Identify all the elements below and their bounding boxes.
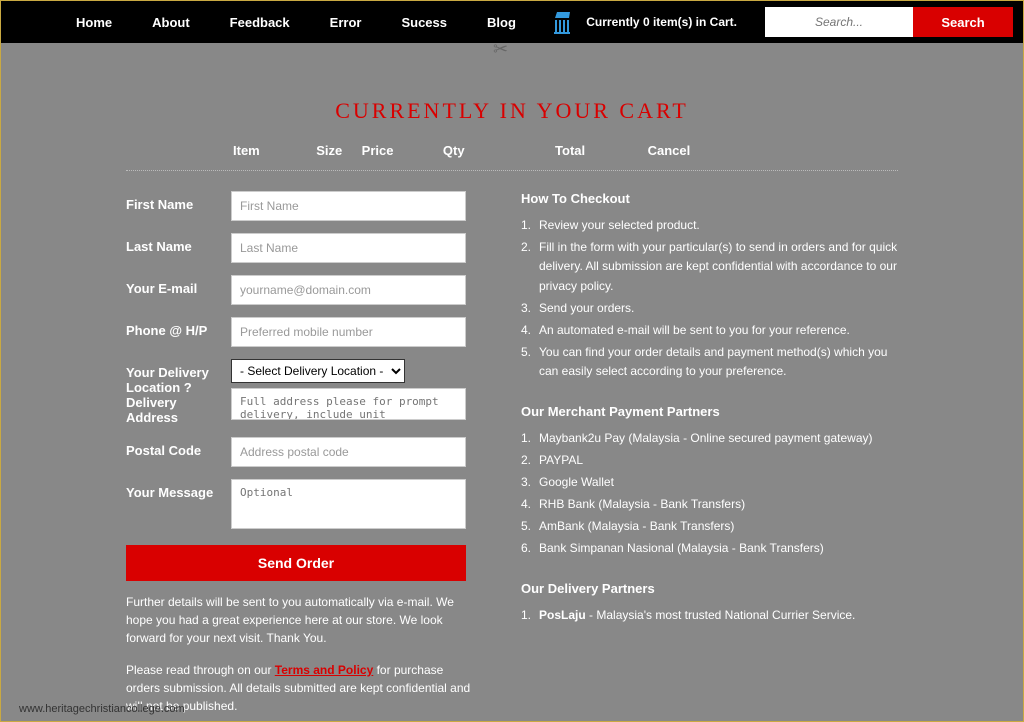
watermark: www.heritagechristiancollege.com: [19, 703, 185, 715]
label-phone: Phone @ H/P: [126, 317, 231, 338]
input-lname[interactable]: [231, 233, 466, 263]
textarea-address[interactable]: [231, 388, 466, 420]
nav-feedback[interactable]: Feedback: [210, 15, 310, 30]
col-qty: Qty: [443, 143, 465, 158]
terms-link[interactable]: Terms and Policy: [275, 663, 373, 677]
input-phone[interactable]: [231, 317, 466, 347]
top-nav-bar: Home About Feedback Error Sucess Blog Cu…: [1, 1, 1023, 43]
howto-heading: How To Checkout: [521, 191, 898, 206]
col-cancel: Cancel: [648, 143, 691, 158]
nav-links: Home About Feedback Error Sucess Blog: [56, 15, 536, 30]
list-item: PAYPAL: [539, 451, 898, 470]
list-item: Bank Simpanan Nasional (Malaysia - Bank …: [539, 539, 898, 558]
search-input[interactable]: [765, 7, 913, 37]
col-price: Price: [362, 143, 394, 158]
col-item: Item: [233, 143, 260, 158]
label-fname: First Name: [126, 191, 231, 212]
delivery-heading: Our Delivery Partners: [521, 581, 898, 596]
list-item: Google Wallet: [539, 473, 898, 492]
note-thanks: Further details will be sent to you auto…: [126, 593, 466, 647]
input-postal[interactable]: [231, 437, 466, 467]
list-item: Review your selected product.: [539, 216, 898, 235]
list-item: An automated e-mail will be sent to you …: [539, 321, 898, 340]
list-item: RHB Bank (Malaysia - Bank Transfers): [539, 495, 898, 514]
label-message: Your Message: [126, 479, 231, 500]
label-postal: Postal Code: [126, 437, 231, 458]
list-item: You can find your order details and paym…: [539, 343, 898, 381]
cart-table-header: Item Size Price Qty Total Cancel: [126, 142, 898, 171]
nav-home[interactable]: Home: [56, 15, 132, 30]
send-order-button[interactable]: Send Order: [126, 545, 466, 581]
label-location: Your Delivery Location ? Delivery Addres…: [126, 359, 231, 425]
cart-status: Currently 0 item(s) in Cart.: [586, 15, 737, 29]
nav-error[interactable]: Error: [310, 15, 382, 30]
scissors-icon: ✂: [493, 39, 508, 60]
cart-icon[interactable]: [548, 10, 576, 34]
list-item: PosLaju - Malaysia's most trusted Nation…: [539, 606, 898, 625]
label-lname: Last Name: [126, 233, 231, 254]
input-email[interactable]: [231, 275, 466, 305]
col-total: Total: [555, 143, 585, 158]
order-form: First Name Last Name Your E-mail Phone @…: [126, 191, 466, 715]
list-item: Maybank2u Pay (Malaysia - Online secured…: [539, 429, 898, 448]
merchants-list: Maybank2u Pay (Malaysia - Online secured…: [521, 429, 898, 559]
delivery-list: PosLaju - Malaysia's most trusted Nation…: [521, 606, 898, 625]
howto-list: Review your selected product. Fill in th…: [521, 216, 898, 382]
search-button[interactable]: Search: [913, 7, 1013, 37]
label-email: Your E-mail: [126, 275, 231, 296]
nav-about[interactable]: About: [132, 15, 210, 30]
select-location[interactable]: - Select Delivery Location -: [231, 359, 405, 383]
page-title: CURRENTLY IN YOUR CART: [1, 98, 1023, 124]
nav-sucess[interactable]: Sucess: [381, 15, 467, 30]
list-item: Fill in the form with your particular(s)…: [539, 238, 898, 296]
textarea-message[interactable]: [231, 479, 466, 529]
list-item: AmBank (Malaysia - Bank Transfers): [539, 517, 898, 536]
input-fname[interactable]: [231, 191, 466, 221]
list-item: Send your orders.: [539, 299, 898, 318]
info-column: How To Checkout Review your selected pro…: [521, 191, 898, 715]
merchants-heading: Our Merchant Payment Partners: [521, 404, 898, 419]
col-size: Size: [316, 143, 342, 158]
nav-blog[interactable]: Blog: [467, 15, 536, 30]
